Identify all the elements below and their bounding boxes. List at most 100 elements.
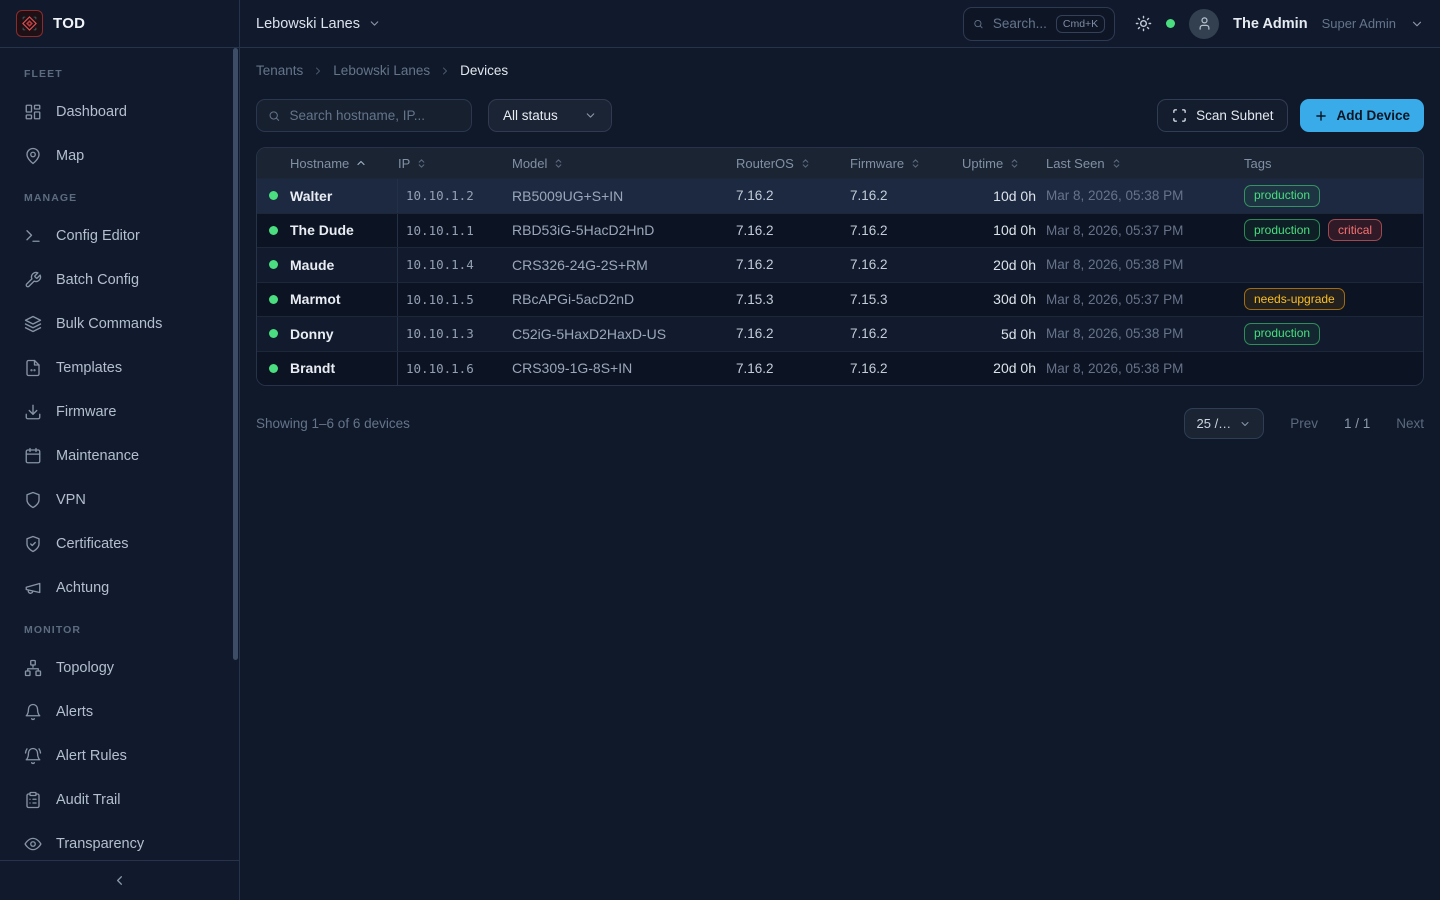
tag-production: production [1244,185,1320,207]
sidebar-item-maintenance[interactable]: Maintenance [0,434,239,478]
bell-icon [24,703,42,721]
search-icon [268,109,280,123]
global-search[interactable]: Search... Cmd+K [963,7,1115,41]
device-row-donny[interactable]: Donny10.10.1.3C52iG-5HaxD2HaxD-US7.16.27… [257,316,1423,351]
last-seen-cell: Mar 8, 2026, 05:37 PM [1046,223,1244,238]
device-status-cell [257,295,290,304]
hostname-cell: Walter [290,179,398,213]
device-status-cell [257,329,290,338]
hostname-cell: Maude [290,248,398,282]
breadcrumb-item[interactable]: Tenants [256,63,303,78]
device-status-cell [257,364,290,373]
hostname-cell: Brandt [290,352,398,386]
routeros-cell: 7.16.2 [736,223,850,238]
model-cell: C52iG-5HaxD2HaxD-US [512,326,736,342]
global-search-placeholder: Search... [993,16,1047,31]
sidebar-item-label: Maintenance [56,448,139,464]
last-seen-cell: Mar 8, 2026, 05:38 PM [1046,326,1244,341]
column-header-ip[interactable]: IP [398,156,512,171]
device-row-marmot[interactable]: Marmot10.10.1.5RBcAPGi-5acD2nD7.15.37.15… [257,282,1423,317]
toolbar-actions: Scan Subnet Add Device [1157,99,1424,132]
shortcut-badge: Cmd+K [1056,15,1105,33]
breadcrumb-item: Devices [460,63,508,78]
device-row-maude[interactable]: Maude10.10.1.4CRS326-24G-2S+RM7.16.27.16… [257,247,1423,282]
tags-cell: needs-upgrade [1244,288,1423,310]
sidebar-item-bulk-commands[interactable]: Bulk Commands [0,302,239,346]
next-page-button[interactable]: Next [1396,416,1424,431]
sidebar-item-dashboard[interactable]: Dashboard [0,90,239,134]
routeros-cell: 7.16.2 [736,361,850,376]
page-size-select[interactable]: 25 /… [1184,408,1265,439]
breadcrumb-item[interactable]: Lebowski Lanes [333,63,430,78]
sidebar-item-batch-config[interactable]: Batch Config [0,258,239,302]
wrench-icon [24,271,42,289]
sidebar-item-audit-trail[interactable]: Audit Trail [0,778,239,822]
ip-cell: 10.10.1.4 [398,257,512,272]
column-header-firmware[interactable]: Firmware [850,156,962,171]
add-device-button[interactable]: Add Device [1300,99,1424,132]
status-filter-select[interactable]: All status [488,99,612,132]
table-header-row: HostnameIPModelRouterOSFirmwareUptimeLas… [257,148,1423,178]
uptime-cell: 20d 0h [962,257,1046,273]
user-avatar[interactable] [1189,9,1219,39]
online-status-dot [269,364,278,373]
sidebar-section-label: MANAGE [0,178,239,214]
sidebar-item-achtung[interactable]: Achtung [0,566,239,610]
sidebar-item-alert-rules[interactable]: Alert Rules [0,734,239,778]
map-pin-icon [24,147,42,165]
device-search[interactable] [256,99,472,132]
sidebar-item-config-editor[interactable]: Config Editor [0,214,239,258]
theme-toggle-button[interactable] [1135,15,1152,32]
sidebar-item-label: VPN [56,492,86,508]
column-header-model[interactable]: Model [512,156,736,171]
table-footer: Showing 1–6 of 6 devices 25 /… Prev 1 / … [256,408,1424,439]
device-row-the-dude[interactable]: The Dude10.10.1.1RBD53iG-5HacD2HnD7.16.2… [257,213,1423,248]
column-header-uptime[interactable]: Uptime [962,156,1046,171]
sidebar-scrollbar[interactable] [233,48,238,660]
chevron-down-icon [368,17,381,30]
prev-page-button[interactable]: Prev [1290,416,1318,431]
user-menu-chevron-icon[interactable] [1410,17,1424,31]
column-header-tags: Tags [1244,156,1423,171]
sidebar-item-vpn[interactable]: VPN [0,478,239,522]
main-content: TenantsLebowski LanesDevices All status … [240,48,1440,900]
sidebar-item-label: Templates [56,360,122,376]
sidebar-item-alerts[interactable]: Alerts [0,690,239,734]
connection-status-dot [1166,19,1175,28]
ip-cell: 10.10.1.5 [398,292,512,307]
app-logo-icon [16,10,43,37]
ip-cell: 10.10.1.3 [398,326,512,341]
sidebar-item-certificates[interactable]: Certificates [0,522,239,566]
scan-subnet-button[interactable]: Scan Subnet [1157,99,1288,132]
last-seen-cell: Mar 8, 2026, 05:38 PM [1046,188,1244,203]
device-search-input[interactable] [289,108,460,123]
app-name: TOD [53,15,85,32]
status-filter-value: All status [503,108,558,123]
sidebar-item-transparency[interactable]: Transparency [0,822,239,860]
model-cell: RBD53iG-5HacD2HnD [512,222,736,238]
routeros-cell: 7.16.2 [736,188,850,203]
model-cell: RB5009UG+S+IN [512,188,736,204]
sidebar-collapse-button[interactable] [0,860,239,900]
hostname-cell: The Dude [290,214,398,248]
routeros-cell: 7.15.3 [736,292,850,307]
calendar-icon [24,447,42,465]
last-seen-cell: Mar 8, 2026, 05:38 PM [1046,257,1244,272]
tenant-selector[interactable]: Lebowski Lanes [256,16,381,32]
sidebar-item-topology[interactable]: Topology [0,646,239,690]
device-row-walter[interactable]: Walter10.10.1.2RB5009UG+S+IN7.16.27.16.2… [257,178,1423,213]
download-icon [24,403,42,421]
sidebar-item-firmware[interactable]: Firmware [0,390,239,434]
device-row-brandt[interactable]: Brandt10.10.1.6CRS309-1G-8S+IN7.16.27.16… [257,351,1423,386]
device-status-cell [257,226,290,235]
sidebar-item-map[interactable]: Map [0,134,239,178]
model-cell: RBcAPGi-5acD2nD [512,291,736,307]
sidebar-item-label: Batch Config [56,272,139,288]
hostname-cell: Donny [290,317,398,351]
last-seen-cell: Mar 8, 2026, 05:37 PM [1046,292,1244,307]
column-header-routeros[interactable]: RouterOS [736,156,850,171]
column-header-hostname[interactable]: Hostname [290,156,398,171]
sidebar-item-templates[interactable]: Templates [0,346,239,390]
firmware-cell: 7.16.2 [850,188,962,203]
column-header-last-seen[interactable]: Last Seen [1046,156,1244,171]
